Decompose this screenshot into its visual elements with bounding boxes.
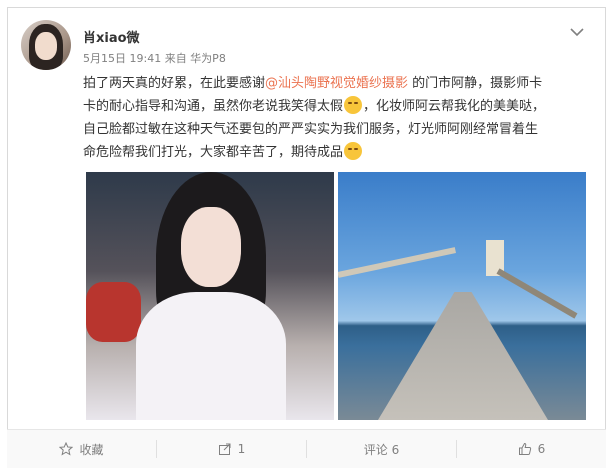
avatar[interactable] xyxy=(21,20,71,70)
comment-label: 评论 6 xyxy=(363,442,400,457)
share-icon xyxy=(218,443,231,455)
photo-red-fabric xyxy=(86,282,141,342)
star-icon xyxy=(59,442,74,456)
photo-railing-left xyxy=(338,247,457,278)
mention-link[interactable]: @汕头陶野视觉婚纱摄影 xyxy=(265,76,408,91)
comment-button[interactable]: 评论 6 xyxy=(307,430,456,468)
post-text-line2a: 卡的耐心指导和沟通，虽然你老说我笑得太假 xyxy=(83,99,344,114)
post-meta: 5月15日 19:41 来自 华为P8 xyxy=(83,52,226,65)
laugh-emoji xyxy=(344,96,363,114)
photo-dress xyxy=(136,292,286,420)
photo-face xyxy=(181,207,241,287)
post-text-line1a: 拍了两天真的好累，在此要感谢 xyxy=(83,76,266,91)
photo-railing-right xyxy=(496,268,578,319)
photo-pier-lighthouse[interactable] xyxy=(338,172,586,420)
post-text: 拍了两天真的好累，在此要感谢@汕头陶野视觉婚纱摄影 的门市阿静，摄影师卡 卡的耐… xyxy=(83,72,588,164)
post-text-line1b: 的门市阿静，摄影师卡 xyxy=(408,76,543,91)
post-text-line3: 自己脸都过敏在这种天气还要包的严严实实为我们服务，灯光师阿刚经常冒着生 xyxy=(83,122,539,137)
repost-button[interactable]: 1 xyxy=(157,430,306,468)
chevron-down-icon[interactable] xyxy=(570,27,584,37)
repost-count: 1 xyxy=(237,442,246,456)
post-text-line4: 命危险帮我们打光，大家都辛苦了，期待成品 xyxy=(83,145,344,160)
like-count: 6 xyxy=(537,442,546,456)
avatar-face xyxy=(35,32,57,60)
post-text-line2b: ，化妆师阿云帮我化的美美哒， xyxy=(363,99,546,114)
photo-pier xyxy=(378,292,548,420)
favorite-button[interactable]: 收藏 xyxy=(7,430,156,468)
favorite-label: 收藏 xyxy=(79,442,104,457)
like-button[interactable]: 6 xyxy=(457,430,606,468)
username[interactable]: 肖xiao微 xyxy=(83,27,140,46)
action-bar: 收藏 1 评论 6 6 xyxy=(7,429,606,468)
sweat-emoji xyxy=(344,142,363,160)
thumbs-up-icon xyxy=(518,442,531,455)
photo-bride-portrait[interactable] xyxy=(86,172,334,420)
